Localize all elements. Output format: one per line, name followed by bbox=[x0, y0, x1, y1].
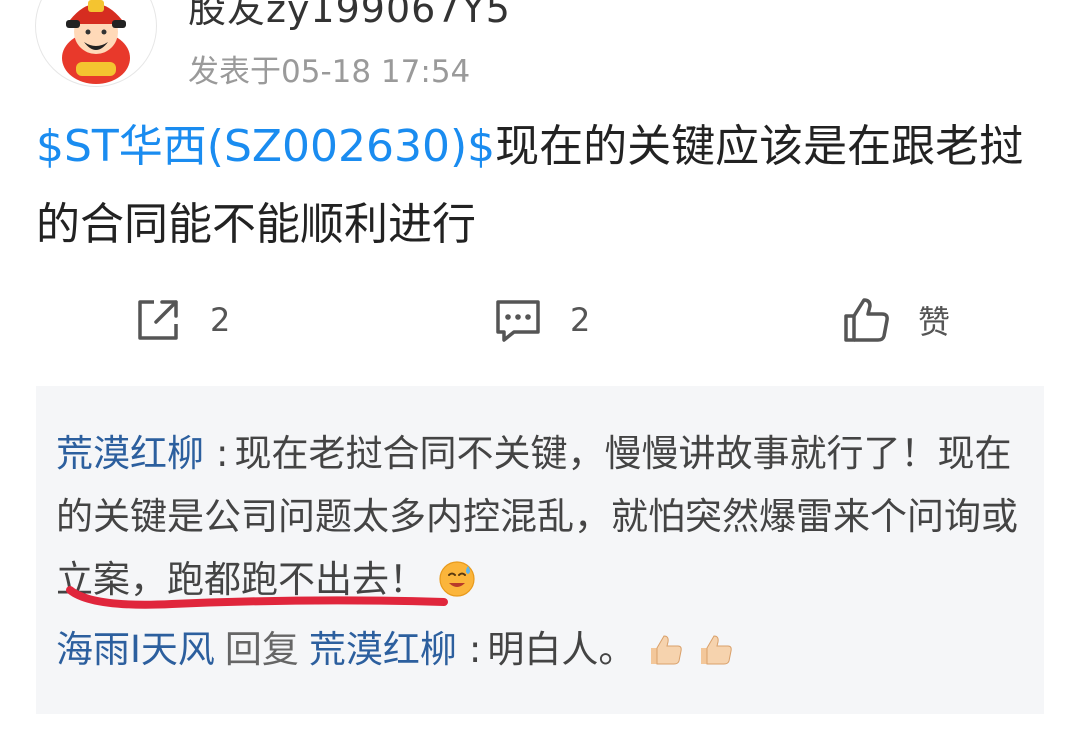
comment-item: 海雨I天风 回复 荒漠红柳: 明白人。 bbox=[56, 618, 1024, 681]
post-card: 股友zy199067Y5 发表于05-18 17:54 $ST华西(SZ0026… bbox=[0, 0, 1070, 746]
comment-author[interactable]: 海雨I天风 bbox=[56, 628, 215, 671]
share-count: 2 bbox=[210, 301, 231, 339]
comment-button[interactable]: 2 bbox=[492, 290, 590, 350]
comment-author[interactable]: 荒漠红柳 bbox=[56, 432, 204, 475]
sweat-smile-emoji-icon bbox=[439, 561, 475, 597]
comment-icon bbox=[496, 300, 540, 342]
comment-separator: : bbox=[468, 628, 482, 671]
stock-link[interactable]: $ST华西(SZ002630)$ bbox=[36, 121, 495, 172]
post-body: $ST华西(SZ002630)$现在的关键应该是在跟老挝的合同能不能顺利进行 bbox=[36, 108, 1046, 264]
comment-separator: : bbox=[216, 432, 229, 475]
comment-text: 明白人。 bbox=[487, 628, 636, 671]
share-button[interactable]: 2 bbox=[132, 290, 230, 350]
thumbs-up-icon bbox=[844, 298, 889, 342]
reply-to-author[interactable]: 荒漠红柳 bbox=[309, 628, 457, 671]
username[interactable]: 股友zy199067Y5 bbox=[188, 0, 511, 33]
comment-item: 荒漠红柳: 现在老挝合同不关键，慢慢讲故事就行了！现在的关键是公司问题太多内控混乱… bbox=[56, 422, 1024, 611]
reply-label: 回复 bbox=[224, 628, 299, 671]
like-button[interactable]: 赞 bbox=[840, 290, 950, 350]
thumbs-up-emoji-icon bbox=[651, 635, 682, 665]
avatar[interactable] bbox=[36, 0, 156, 86]
god-of-wealth-avatar-icon bbox=[62, 0, 130, 84]
post-timestamp: 发表于05-18 17:54 bbox=[188, 54, 471, 90]
share-icon bbox=[138, 300, 178, 340]
thumbs-up-emoji-icon bbox=[700, 635, 732, 665]
comment-count: 2 bbox=[570, 301, 591, 339]
like-label: 赞 bbox=[918, 303, 951, 341]
comments-box: 荒漠红柳: 现在老挝合同不关键，慢慢讲故事就行了！现在的关键是公司问题太多内控混乱… bbox=[36, 386, 1044, 714]
